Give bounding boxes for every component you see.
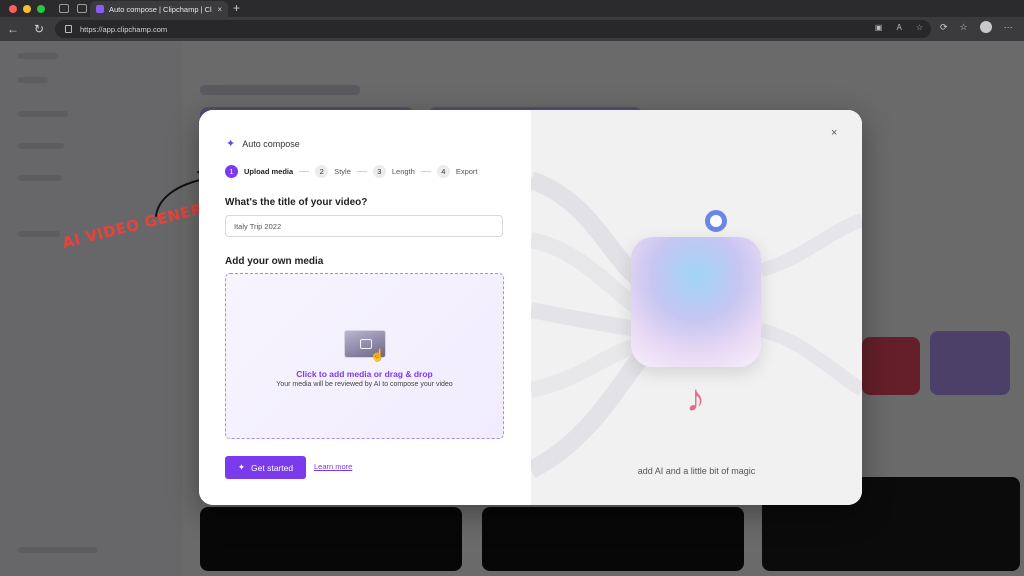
dialog-title: Auto compose <box>242 138 300 149</box>
tab-title: Auto compose | Clipchamp | Cli <box>109 4 213 14</box>
new-tab-button[interactable]: + <box>233 1 240 15</box>
close-window-button[interactable] <box>9 4 17 13</box>
step-separator <box>420 171 431 172</box>
step-number: 2 <box>315 165 329 178</box>
clipchamp-favicon-icon <box>96 5 104 13</box>
step-label: Length <box>391 167 415 176</box>
extensions-icon[interactable]: ⟳ <box>940 22 948 33</box>
step-label: Export <box>455 167 478 176</box>
step-separator <box>299 171 310 172</box>
workspaces-icon[interactable] <box>59 4 69 13</box>
minimize-window-button[interactable] <box>23 4 31 13</box>
maximize-window-button[interactable] <box>37 4 45 13</box>
video-title-input[interactable] <box>225 215 503 237</box>
window-controls <box>9 4 45 13</box>
tab-actions-icon[interactable] <box>77 4 87 13</box>
media-dropzone[interactable]: ☝ Click to add media or drag & drop Your… <box>225 273 504 439</box>
dialog-header: ✦ Auto compose <box>226 137 300 150</box>
browser-toolbar: ← ↻ https://app.clipchamp.com ▣ A ☆ ⟳ ☆ … <box>0 17 1024 41</box>
tab-close-icon[interactable]: × <box>217 5 222 14</box>
ring-icon <box>705 210 727 232</box>
get-started-label: Get started <box>251 462 294 473</box>
dialog-form-panel: ✦ Auto compose 1 Upload media 2 Style 3 … <box>199 110 531 505</box>
browser-tab-bar: Auto compose | Clipchamp | Cli × + <box>0 0 1024 17</box>
auto-compose-dialog: ✦ Auto compose 1 Upload media 2 Style 3 … <box>199 110 862 505</box>
close-icon[interactable]: × <box>831 127 837 139</box>
step-number: 3 <box>372 165 386 178</box>
step-number: 4 <box>436 165 450 178</box>
browser-tools: ⟳ ☆ ⋯ <box>940 21 1013 33</box>
profile-avatar[interactable] <box>979 21 992 33</box>
step-upload-media[interactable]: 1 Upload media <box>225 165 293 178</box>
browser-tab-active[interactable]: Auto compose | Clipchamp | Cli × <box>90 1 228 17</box>
dialog-illustration-panel: × ♪ add AI and a little bit of magic <box>531 110 862 505</box>
sparkle-icon: ✦ <box>226 138 236 150</box>
step-export[interactable]: 4 Export <box>436 165 478 178</box>
learn-more-link[interactable]: Learn more <box>314 462 352 471</box>
step-style[interactable]: 2 Style <box>315 165 351 178</box>
illustration-caption: add AI and a little bit of magic <box>637 466 756 476</box>
step-label: Upload media <box>244 167 294 176</box>
more-menu-icon[interactable]: ⋯ <box>1004 22 1013 33</box>
favorites-icon[interactable]: ☆ <box>960 22 968 33</box>
step-number: 1 <box>225 165 238 178</box>
pointer-hand-icon: ☝ <box>370 348 385 362</box>
music-note-icon: ♪ <box>686 378 705 420</box>
back-arrow-icon[interactable]: ← <box>4 22 22 36</box>
dropzone-hint: Your media will be reviewed by AI to com… <box>276 381 453 388</box>
media-section-heading: Add your own media <box>225 256 324 267</box>
step-length[interactable]: 3 Length <box>372 165 415 178</box>
address-bar[interactable]: https://app.clipchamp.com ▣ A ☆ <box>55 20 931 38</box>
stepper: 1 Upload media 2 Style 3 Length 4 Export <box>225 165 478 178</box>
title-question-label: What's the title of your video? <box>225 197 368 208</box>
address-bar-actions: ▣ A ☆ <box>875 23 923 32</box>
app-available-icon[interactable]: ▣ <box>875 23 883 32</box>
ai-magic-blob-icon <box>631 237 761 367</box>
sparkle-icon: ✦ <box>237 462 246 472</box>
step-label: Style <box>334 167 351 176</box>
get-started-button[interactable]: ✦ Get started <box>225 456 306 479</box>
read-aloud-icon[interactable]: A <box>896 23 901 32</box>
site-info-icon[interactable] <box>65 25 72 33</box>
refresh-icon[interactable]: ↻ <box>30 22 48 36</box>
favorite-star-icon[interactable]: ☆ <box>916 23 923 32</box>
address-url: https://app.clipchamp.com <box>80 24 168 34</box>
dropzone-cta[interactable]: Click to add media or drag & drop <box>226 369 503 379</box>
step-separator <box>356 171 367 172</box>
